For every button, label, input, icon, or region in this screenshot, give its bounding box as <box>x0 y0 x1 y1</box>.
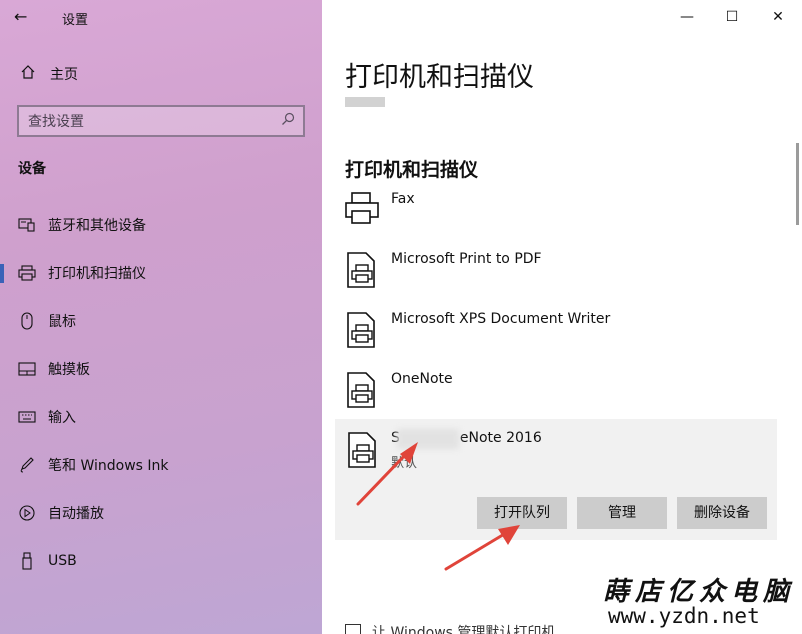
back-arrow-icon[interactable]: ← <box>14 6 38 28</box>
search-placeholder: 查找设置 <box>28 114 84 130</box>
minimize-icon[interactable]: — <box>672 4 702 30</box>
window-title: 设置 <box>62 13 89 28</box>
sidebar-item-label: 打印机和扫描仪 <box>48 266 146 282</box>
sidebar-item-usb[interactable]: USB <box>0 546 322 576</box>
sidebar-item-printers[interactable]: 打印机和扫描仪 <box>0 258 322 288</box>
printers-page: — ☐ ✕ 打印机和扫描仪 打印机和扫描仪 Fax Microsoft Prin… <box>322 0 802 634</box>
sidebar-item-touchpad[interactable]: 触摸板 <box>0 354 322 384</box>
printer-document-icon <box>347 372 375 408</box>
home-label: 主页 <box>50 67 78 83</box>
sidebar-item-label: USB <box>48 553 77 569</box>
mouse-icon <box>17 311 37 331</box>
page-title: 打印机和扫描仪 <box>345 62 534 93</box>
sidebar-item-label: 触摸板 <box>48 362 90 378</box>
printer-name: OneNote <box>391 371 453 387</box>
home-nav-item[interactable]: 主页 <box>18 62 78 86</box>
home-icon <box>18 64 38 84</box>
sidebar-item-bluetooth[interactable]: 蓝牙和其他设备 <box>0 210 322 240</box>
scrollbar[interactable] <box>796 143 799 225</box>
watermark-site-name: 蒔店亿众电脑 <box>603 577 796 607</box>
remove-device-button[interactable]: 删除设备 <box>677 497 767 529</box>
printer-icon <box>17 263 37 283</box>
selected-printer-panel[interactable]: SeNote 2016 默认 打开队列 管理 删除设备 <box>335 419 777 540</box>
printer-name-suffix: eNote 2016 <box>459 430 542 446</box>
search-input[interactable]: 查找设置 <box>17 105 305 137</box>
printer-document-icon <box>347 252 375 288</box>
close-icon[interactable]: ✕ <box>763 4 793 30</box>
maximize-icon[interactable]: ☐ <box>717 4 747 30</box>
watermark-url: www.yzdn.net <box>608 604 760 628</box>
printer-name: Microsoft XPS Document Writer <box>391 311 611 327</box>
sidebar-item-label: 输入 <box>48 410 76 426</box>
pen-icon <box>17 455 37 475</box>
sidebar-item-pen[interactable]: 笔和 Windows Ink <box>0 450 322 480</box>
default-printer-label: 让 Windows 管理默认打印机 <box>372 625 556 634</box>
printer-name: Fax <box>391 191 415 207</box>
default-printer-checkbox[interactable] <box>345 624 361 634</box>
printer-name: Microsoft Print to PDF <box>391 251 542 267</box>
sidebar-section-title: 设备 <box>18 161 46 177</box>
printer-status: 默认 <box>391 456 418 471</box>
printer-document-icon <box>348 432 376 468</box>
sidebar-item-label: 蓝牙和其他设备 <box>48 218 146 234</box>
manage-button[interactable]: 管理 <box>577 497 667 529</box>
redacted-text <box>397 429 459 449</box>
printers-list-title: 打印机和扫描仪 <box>345 159 479 181</box>
autoplay-icon <box>17 503 37 523</box>
sidebar-item-label: 鼠标 <box>48 314 76 330</box>
sidebar-item-label: 自动播放 <box>48 506 104 522</box>
fax-icon <box>345 192 379 224</box>
redacted-line <box>345 97 385 107</box>
sidebar-item-typing[interactable]: 输入 <box>0 402 322 432</box>
search-icon <box>282 112 295 125</box>
settings-sidebar: ← 设置 主页 查找设置 设备 蓝牙和其他设备 打印机和扫描仪 鼠标 触摸板 输… <box>0 0 322 634</box>
bluetooth-devices-icon <box>17 215 37 235</box>
touchpad-icon <box>17 359 37 379</box>
usb-icon <box>17 551 37 571</box>
open-queue-button[interactable]: 打开队列 <box>477 497 567 529</box>
sidebar-item-label: 笔和 Windows Ink <box>48 458 169 474</box>
sidebar-item-mouse[interactable]: 鼠标 <box>0 306 322 336</box>
keyboard-icon <box>17 407 37 427</box>
sidebar-item-autoplay[interactable]: 自动播放 <box>0 498 322 528</box>
printer-document-icon <box>347 312 375 348</box>
